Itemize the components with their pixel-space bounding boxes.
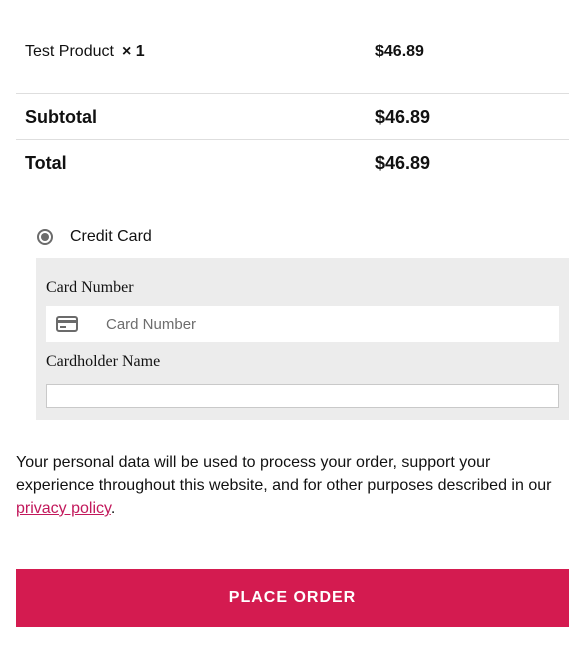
privacy-policy-link[interactable]: privacy policy xyxy=(16,500,111,517)
product-quantity: × 1 xyxy=(121,43,145,60)
product-price: $46.89 xyxy=(375,43,424,60)
credit-card-icon xyxy=(56,316,78,332)
place-order-button[interactable]: PLACE ORDER xyxy=(16,569,569,627)
privacy-notice: Your personal data will be used to proce… xyxy=(16,451,572,520)
subtotal-label: Subtotal xyxy=(25,107,97,127)
product-cell: Test Product × 1 xyxy=(25,43,145,61)
payment-method-credit-card[interactable]: Credit Card xyxy=(37,226,152,248)
cardholder-name-input[interactable] xyxy=(46,384,559,408)
total-value: $46.89 xyxy=(375,153,431,173)
payment-method-radio[interactable] xyxy=(37,229,53,245)
radio-selected-dot xyxy=(41,233,49,241)
table-row-subtotal: Subtotal $46.89 xyxy=(16,94,569,140)
subtotal-value: $46.89 xyxy=(375,107,431,127)
card-number-field[interactable]: Card Number xyxy=(46,306,559,342)
privacy-notice-text: Your personal data will be used to proce… xyxy=(16,454,552,494)
credit-card-form: Card Number Card Number Cardholder Name xyxy=(36,258,569,420)
privacy-notice-end: . xyxy=(110,500,116,517)
order-summary-table: Test Product × 1 $46.89 Subtotal $46.89 T… xyxy=(16,22,569,186)
payment-method-label[interactable]: Credit Card xyxy=(70,228,152,246)
product-name: Test Product xyxy=(25,43,114,60)
cardholder-name-label: Cardholder Name xyxy=(46,353,161,370)
table-row-total: Total $46.89 xyxy=(16,140,569,186)
card-number-label: Card Number xyxy=(46,279,134,296)
table-row-product: Test Product × 1 $46.89 xyxy=(16,22,569,94)
total-label: Total xyxy=(25,153,67,173)
card-number-input[interactable]: Card Number xyxy=(106,316,196,333)
